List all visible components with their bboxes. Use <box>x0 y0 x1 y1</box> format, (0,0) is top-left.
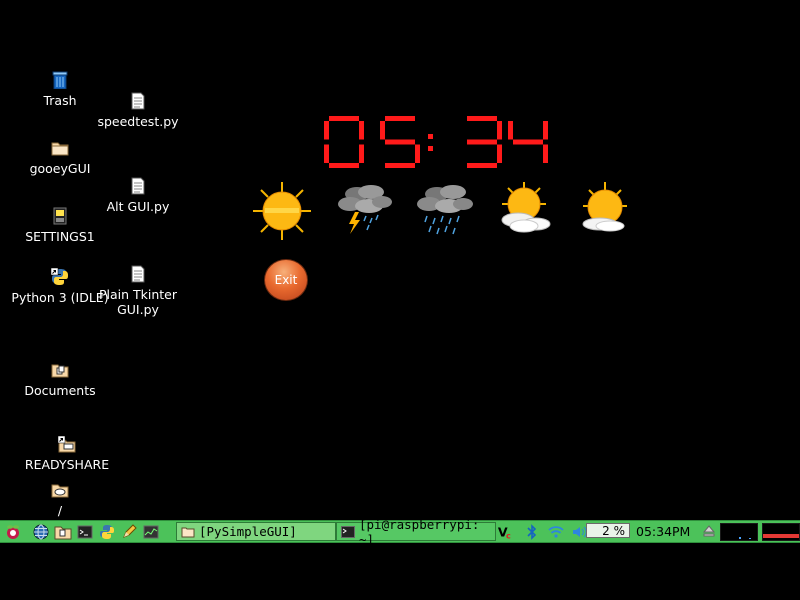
terminal-icon <box>341 525 355 538</box>
partly-cloudy-icon <box>574 180 636 242</box>
task-pysimplegui[interactable]: [PySimpleGUI] <box>176 522 336 541</box>
trash-icon <box>50 70 70 90</box>
thunderstorm-icon <box>333 180 395 242</box>
desktop-icon-plain-tkinter[interactable]: Plain Tkinter GUI.py <box>78 264 198 317</box>
text-file-icon <box>128 264 148 284</box>
svg-text:c: c <box>506 530 511 540</box>
file-manager-icon[interactable] <box>54 523 72 541</box>
cpu-temperature-graph <box>762 523 800 541</box>
wifi-icon[interactable] <box>547 523 565 541</box>
folder-icon <box>181 526 195 538</box>
task-label: [PySimpleGUI] <box>199 524 297 539</box>
system-tray: Vc <box>497 521 589 542</box>
drive-folder-icon <box>50 480 70 500</box>
desktop-icon-speedtest[interactable]: speedtest.py <box>78 91 198 129</box>
terminal-icon[interactable] <box>76 523 94 541</box>
desktop-icon-settings1[interactable]: SETTINGS1 <box>0 206 120 244</box>
browser-globe-icon[interactable] <box>32 523 50 541</box>
network-share-icon <box>57 434 77 454</box>
text-editor-icon[interactable] <box>120 523 138 541</box>
clock-segment <box>513 139 543 145</box>
cpu-usage: 2 % <box>586 523 630 538</box>
clock-segment <box>324 121 329 140</box>
clock-segment <box>497 121 502 140</box>
desktop-icon-label: Plain Tkinter GUI.py <box>98 287 178 317</box>
desktop-icon-label: gooeyGUI <box>29 161 91 176</box>
text-file-icon <box>128 176 148 196</box>
clock-segment <box>415 144 420 163</box>
python-icon <box>50 267 70 287</box>
clock-segment <box>329 116 359 121</box>
clock-segment <box>467 116 497 121</box>
sd-card-icon <box>50 206 70 226</box>
python-launcher-icon[interactable] <box>98 523 116 541</box>
task-terminal[interactable]: [pi@raspberrypi: ~] <box>336 517 496 547</box>
desktop-icon-label: Trash <box>43 93 77 108</box>
vnc-icon[interactable]: Vc <box>497 523 515 541</box>
desktop-icon-documents[interactable]: Documents <box>0 360 120 398</box>
taskbar: [PySimpleGUI] [pi@raspberrypi: ~] Vc 2 %… <box>0 517 800 547</box>
desktop-icon-label: speedtest.py <box>97 114 179 129</box>
task-label: [pi@raspberrypi: ~] <box>359 516 480 547</box>
eject-icon[interactable] <box>700 522 718 540</box>
clock-segment <box>543 121 548 140</box>
clock-segment <box>467 139 497 145</box>
sunny-icon <box>251 180 313 242</box>
clock-segment <box>329 163 359 168</box>
clock-segment <box>385 116 415 121</box>
clock-segment <box>380 121 385 140</box>
task-manager-icon[interactable] <box>142 523 160 541</box>
desktop-icon-label: Documents <box>24 383 96 398</box>
desktop-icon-readyshare[interactable]: READYSHARE <box>7 434 127 472</box>
bluetooth-icon[interactable] <box>523 523 541 541</box>
documents-folder-icon <box>50 360 70 380</box>
clock-segment <box>508 121 513 140</box>
clock-segment <box>359 144 364 163</box>
exit-button[interactable]: Exit <box>264 259 308 301</box>
desktop-icon-label: READYSHARE <box>24 457 110 472</box>
cpu-graph <box>720 523 758 541</box>
clock-segment <box>385 139 415 145</box>
desktop-icon-label: SETTINGS1 <box>25 229 95 244</box>
clock-colon-dot <box>428 134 433 139</box>
raspberry-menu-icon[interactable] <box>4 523 22 541</box>
desktop-icon-root[interactable]: / <box>0 480 120 518</box>
partly-cloudy-icon <box>494 180 556 242</box>
clock-segment <box>359 121 364 140</box>
clock-segment <box>385 163 415 168</box>
clock-segment <box>543 144 548 163</box>
text-file-icon <box>128 91 148 111</box>
digital-clock: 05:34 <box>324 116 548 168</box>
rain-icon <box>413 180 475 242</box>
folder-icon <box>50 138 70 158</box>
desktop-icon-gooeygui[interactable]: gooeyGUI <box>0 138 120 176</box>
clock-segment <box>467 163 497 168</box>
clock-colon-dot <box>428 146 433 151</box>
desktop-icon-label: / <box>57 503 63 518</box>
clock-segment <box>324 144 329 163</box>
clock-segment <box>497 144 502 163</box>
taskbar-clock[interactable]: 05:34PM <box>636 524 690 539</box>
